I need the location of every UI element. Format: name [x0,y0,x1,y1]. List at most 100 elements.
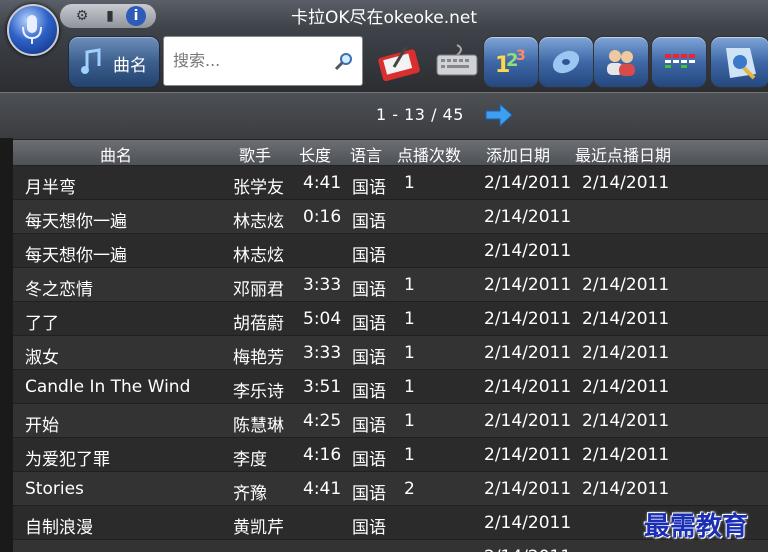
table-cell: 2/14/2011 [484,241,572,261]
table-cell: 自制浪漫 [25,518,93,538]
singers-button[interactable] [593,36,649,88]
top-toolbar: 卡拉OK尽在okeoke.net ⚙ ▮ i 曲名 123 [0,0,768,92]
table-cell: 国语 [352,382,386,402]
language-icon [726,48,756,80]
app-window: 卡拉OK尽在okeoke.net ⚙ ▮ i 曲名 123 [0,0,768,552]
table-cell: 梅艳芳 [233,348,284,368]
equalizer-button[interactable] [651,36,707,88]
table-cell: 0:16 [303,207,342,227]
watermark-text: 最需教育 [644,512,749,542]
table-cell: 2/14/2011 [484,411,572,431]
singers-icon [607,50,635,76]
info-icon[interactable]: i [126,6,146,26]
table-cell: 2/14/2011 [484,513,572,533]
table-cell: 开始 [25,416,59,436]
settings-icon[interactable]: ⚙ [72,6,92,26]
table-cell: 2/14/2011 [484,309,572,329]
column-header-artist[interactable]: 歌手 [239,142,271,166]
table-cell: 4:16 [303,445,342,465]
table-cell: 国语 [352,212,386,232]
table-cell: 邓丽君 [233,280,284,300]
numbers-icon: 123 [495,48,526,78]
numbers-button[interactable]: 123 [483,36,539,88]
table-cell: 2/14/2011 [582,479,670,499]
table-cell: 3:33 [303,275,342,295]
svg-text:3: 3 [516,48,526,64]
column-header-play-count[interactable]: 点播次数 [397,142,461,166]
table-cell: 1 [404,377,415,397]
table-cell: 1 [404,411,415,431]
search-box[interactable] [163,36,363,86]
table-cell: 2/14/2011 [582,377,670,397]
table-cell: 胡蓓蔚 [233,314,284,334]
table-cell: 黄凯芹 [233,518,284,538]
table-row[interactable]: 为爱犯了罪 李度 4:16 国语 1 2/14/2011 2/14/2011 [13,438,768,472]
table-row[interactable]: 每天想你一遍 林志炫 国语 2/14/2011 [13,234,768,268]
table-row[interactable]: Candle In The Wind 李乐诗 3:51 国语 1 2/14/2011 2/1… [13,370,768,404]
table-cell: 2/14/2011 [582,343,670,363]
table-cell: 齐豫 [233,484,267,504]
table-cell: 国语 [352,246,386,266]
microphone-icon[interactable] [7,4,59,56]
table-cell: 国语 [352,547,386,552]
table-cell: 4:25 [303,411,342,431]
handwriting-icon [378,46,420,81]
table-cell: Stories [25,479,84,499]
table-cell: 国语 [352,484,386,504]
table-row[interactable]: 冬之恋情 邓丽君 3:33 国语 1 2/14/2011 2/14/2011 [13,268,768,302]
table-cell: 2/14/2011 [582,173,670,193]
table-row[interactable]: Stories 齐豫 4:41 国语 2 2/14/2011 2/14/2011 [13,472,768,506]
keyboard-icon [436,44,478,76]
mini-toolbar: ⚙ ▮ i [60,4,156,28]
table-cell: 了了 [25,314,59,334]
device-icon[interactable]: ▮ [100,6,120,26]
disc-icon [552,50,580,74]
table-cell: 2/14/2011 [582,275,670,295]
search-input[interactable] [171,50,335,71]
table-cell: 1 [404,173,415,193]
table-cell: 5:04 [303,309,342,329]
table-cell: 2/14/2011 [582,445,670,465]
equalizer-icon [665,54,695,68]
table-cell: 1 [404,445,415,465]
handwriting-button[interactable] [367,36,421,86]
table-cell: 国语 [352,314,386,334]
table-cell: 每天想你一遍 [25,212,127,232]
table-cell: 1 [404,275,415,295]
disc-button[interactable] [538,36,594,88]
table-cell: 张学友 [233,547,284,552]
language-button[interactable] [710,36,768,88]
table-cell: 2/14/2011 [484,207,572,227]
next-arrow-icon[interactable] [484,101,514,129]
song-list: 月半弯 张学友 4:41 国语 1 2/14/2011 2/14/2011 每天想你一遍 林志炫… [13,166,768,552]
table-cell: 1 [404,343,415,363]
column-header-language[interactable]: 语言 [350,142,382,166]
table-row[interactable]: 每天想你一遍 林志炫 0:16 国语 2/14/2011 [13,200,768,234]
table-cell: 真情流露 [25,547,93,552]
song-name-button[interactable]: 曲名 [68,36,160,88]
column-header-title[interactable]: 曲名 [100,142,132,166]
table-cell: 张学友 [233,178,284,198]
table-cell: 2/14/2011 [484,547,571,552]
column-header-date-added[interactable]: 添加日期 [486,142,550,166]
table-cell: 李度 [233,450,267,470]
keyboard-button[interactable] [426,36,480,86]
table-cell: 国语 [352,348,386,368]
table-row[interactable]: 月半弯 张学友 4:41 国语 1 2/14/2011 2/14/2011 [13,166,768,200]
table-row[interactable]: 开始 陈慧琳 4:25 国语 1 2/14/2011 2/14/2011 [13,404,768,438]
table-cell: 李乐诗 [233,382,284,402]
table-cell: 2 [404,479,415,499]
table-cell: 月半弯 [25,178,76,198]
table-cell: 国语 [352,450,386,470]
column-header-length[interactable]: 长度 [299,142,331,166]
column-header-last-played[interactable]: 最近点播日期 [575,142,671,166]
table-cell: 2/14/2011 [484,377,572,397]
search-icon[interactable] [334,51,354,71]
song-name-button-label: 曲名 [113,56,147,76]
table-cell: 每天想你一遍 [25,246,127,266]
table-cell: 3:51 [303,377,342,397]
table-cell: 2/14/2011 [484,275,572,295]
table-row[interactable]: 了了 胡蓓蔚 5:04 国语 1 2/14/2011 2/14/2011 [13,302,768,336]
table-row[interactable]: 淑女 梅艳芳 3:33 国语 1 2/14/2011 2/14/2011 [13,336,768,370]
table-cell: 2/14/2011 [484,479,572,499]
